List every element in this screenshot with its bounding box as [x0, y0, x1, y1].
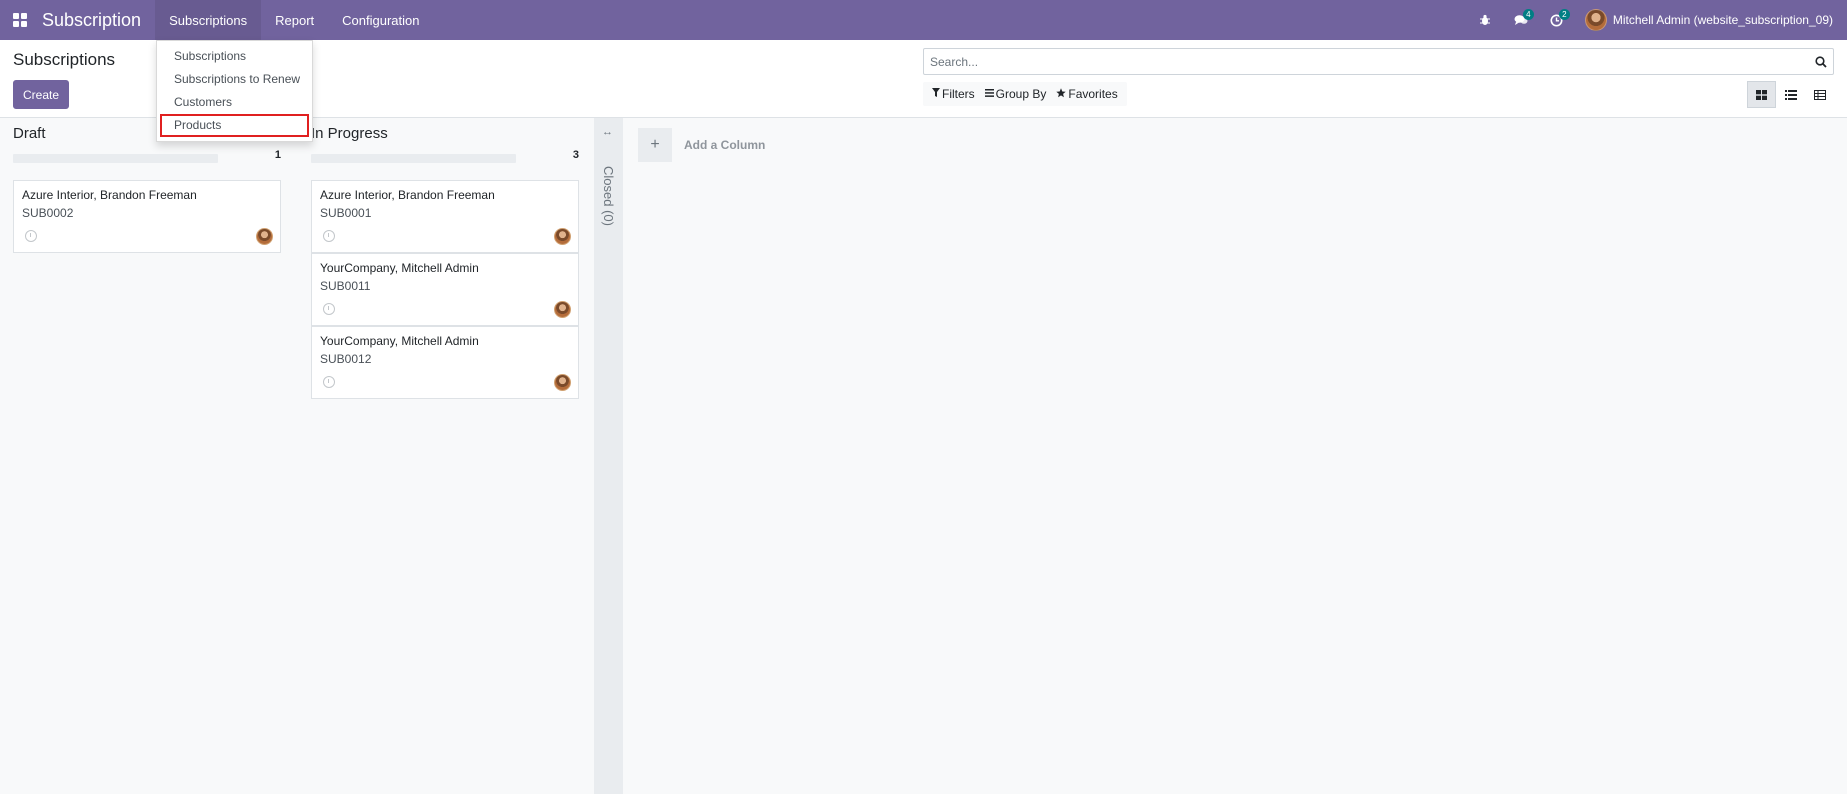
- groupby-button[interactable]: Group By: [980, 82, 1052, 106]
- plus-icon: +: [638, 128, 672, 162]
- filter-icon: [932, 88, 940, 100]
- kanban-card[interactable]: YourCompany, Mitchell Admin SUB0011: [311, 253, 579, 326]
- create-button[interactable]: Create: [13, 80, 70, 109]
- dropdown-item-products[interactable]: Products: [160, 114, 309, 137]
- chat-icon[interactable]: 4: [1503, 0, 1539, 40]
- menu-subscriptions[interactable]: Subscriptions: [155, 0, 262, 40]
- filters-button[interactable]: Filters: [927, 82, 980, 106]
- kanban-view-icon[interactable]: [1747, 81, 1776, 108]
- card-reference: SUB0011: [320, 279, 371, 293]
- kanban-board: Draft 1 Azure Interior, Brandon Freeman …: [0, 118, 1847, 794]
- menu-configuration[interactable]: Configuration: [328, 0, 433, 40]
- column-title: Draft: [13, 125, 46, 142]
- column-count: 1: [274, 149, 281, 161]
- card-reference: SUB0001: [320, 206, 372, 220]
- kanban-card[interactable]: Azure Interior, Brandon Freeman SUB0001: [311, 180, 579, 253]
- activity-clock-icon[interactable]: 2: [1539, 0, 1575, 40]
- menu-report[interactable]: Report: [261, 0, 328, 40]
- folded-column-title: Closed (0): [601, 166, 616, 226]
- column-progress-bar[interactable]: [13, 154, 218, 163]
- dropdown-item-subscriptions[interactable]: Subscriptions: [157, 45, 312, 68]
- search-options: Filters Group By Favorites: [923, 82, 1127, 106]
- app-brand[interactable]: Subscription: [40, 10, 155, 31]
- star-icon: [1056, 87, 1067, 101]
- add-column-button[interactable]: + Add a Column: [638, 128, 765, 162]
- chat-count-badge: 4: [1522, 9, 1534, 20]
- card-reference: SUB0002: [22, 206, 74, 220]
- groupby-label: Group By: [995, 87, 1047, 101]
- card-title: YourCompany, Mitchell Admin: [320, 261, 479, 275]
- card-title: YourCompany, Mitchell Admin: [320, 334, 479, 348]
- user-avatar: [1584, 9, 1607, 31]
- kanban-column-closed-folded[interactable]: ↔ Closed (0): [594, 118, 623, 794]
- add-column-label: Add a Column: [684, 138, 766, 152]
- systray: 4 2 Mitchell Admin (website_subscription…: [1467, 0, 1847, 40]
- user-name: Mitchell Admin (website_subscription_09): [1612, 13, 1833, 27]
- pivot-view-icon[interactable]: [1805, 81, 1834, 108]
- favorites-button[interactable]: Favorites: [1051, 82, 1122, 106]
- activity-clock-icon[interactable]: [25, 230, 37, 242]
- subscriptions-dropdown: Subscriptions Subscriptions to Renew Cus…: [156, 40, 313, 142]
- card-title: Azure Interior, Brandon Freeman: [22, 188, 197, 202]
- activity-count-badge: 2: [1558, 9, 1570, 20]
- column-progress-bar[interactable]: [311, 154, 516, 163]
- apps-menu-icon[interactable]: [0, 0, 40, 40]
- main-navbar: Subscription Subscriptions Report Config…: [0, 0, 1847, 40]
- bars-icon: [984, 88, 994, 100]
- search-icon[interactable]: [1809, 55, 1833, 68]
- expand-arrows-icon[interactable]: ↔: [602, 126, 613, 138]
- user-menu[interactable]: Mitchell Admin (website_subscription_09): [1584, 9, 1833, 31]
- debug-bug-icon[interactable]: [1467, 0, 1503, 40]
- column-title: In Progress: [311, 125, 388, 142]
- filters-label: Filters: [942, 87, 975, 101]
- dropdown-item-customers[interactable]: Customers: [157, 91, 312, 114]
- view-switcher: [1747, 81, 1834, 108]
- activity-clock-icon[interactable]: [323, 303, 335, 315]
- list-view-icon[interactable]: [1776, 81, 1805, 108]
- activity-clock-icon[interactable]: [323, 376, 335, 388]
- card-title: Azure Interior, Brandon Freeman: [320, 188, 495, 202]
- activity-clock-icon[interactable]: [323, 230, 335, 242]
- card-avatar: [554, 301, 571, 318]
- card-reference: SUB0012: [320, 352, 372, 366]
- kanban-card[interactable]: Azure Interior, Brandon Freeman SUB0002: [13, 180, 281, 253]
- card-avatar: [256, 228, 273, 245]
- kanban-card[interactable]: YourCompany, Mitchell Admin SUB0012: [311, 326, 579, 399]
- page-title: Subscriptions: [13, 50, 116, 69]
- search-box: [923, 48, 1834, 75]
- top-menu: Subscriptions Report Configuration: [155, 0, 433, 40]
- column-count: 3: [572, 149, 579, 161]
- favorites-label: Favorites: [1068, 87, 1118, 101]
- card-avatar: [554, 228, 571, 245]
- dropdown-item-subscriptions-to-renew[interactable]: Subscriptions to Renew: [157, 68, 312, 91]
- card-avatar: [554, 374, 571, 391]
- search-input[interactable]: [930, 54, 1809, 69]
